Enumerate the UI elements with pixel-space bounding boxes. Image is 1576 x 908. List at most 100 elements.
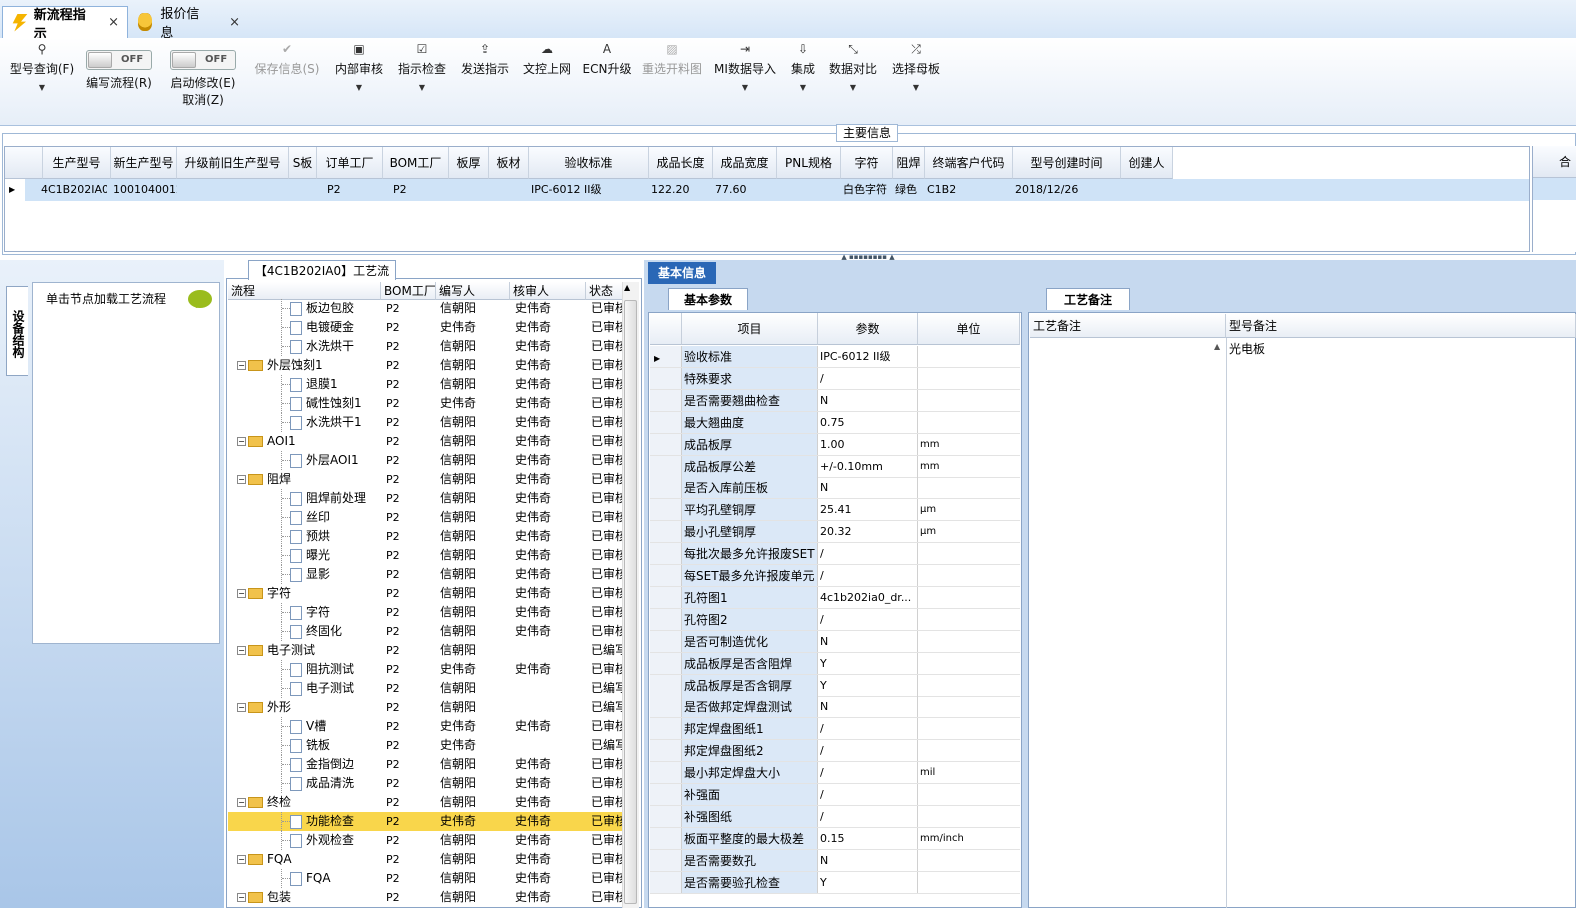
params-header-value[interactable]: 参数 — [818, 313, 918, 345]
tree-cell-bom[interactable]: P2 — [386, 527, 436, 546]
table-cell[interactable]: 10010400126012 — [113, 179, 177, 201]
column-header[interactable]: 创建人 — [1121, 147, 1173, 179]
tree-cell-reviewer[interactable]: 史伟奇 — [515, 831, 589, 850]
send-indication-button[interactable]: ⇪ 发送指示 — [458, 42, 512, 77]
tree-cell-reviewer[interactable]: 史伟奇 — [515, 356, 589, 375]
tree-cell-writer[interactable]: 信朝阳 — [440, 565, 512, 584]
param-value[interactable]: N — [818, 630, 918, 652]
params-header-unit[interactable]: 单位 — [918, 313, 1020, 345]
collapse-icon[interactable]: − — [237, 361, 246, 370]
tree-cell-writer[interactable]: 史伟奇 — [440, 318, 512, 337]
tree-node[interactable]: 预烘 — [228, 527, 381, 546]
tree-node[interactable]: 水洗烘干 — [228, 337, 381, 356]
tree-node[interactable]: FQA — [228, 869, 381, 888]
speech-bubble-icon[interactable] — [188, 290, 212, 308]
tree-cell-reviewer[interactable]: 史伟奇 — [515, 869, 589, 888]
tree-node[interactable]: 电子测试 — [228, 679, 381, 698]
tree-cell-bom[interactable]: P2 — [386, 584, 436, 603]
tree-cell-reviewer[interactable]: 史伟奇 — [515, 888, 589, 907]
table-cell[interactable]: P2 — [319, 179, 383, 201]
tree-node[interactable]: 终固化 — [228, 622, 381, 641]
tree-cell-writer[interactable]: 信朝阳 — [440, 470, 512, 489]
reselect-cutting-button[interactable]: ▨ 重选开料图 — [640, 42, 704, 77]
tree-cell-status[interactable]: 已审核 — [591, 356, 625, 375]
tree-row[interactable]: V槽 P2 史伟奇 史伟奇 已审核 — [228, 717, 625, 736]
collapse-icon[interactable]: − — [237, 475, 246, 484]
tree-header-flow[interactable]: 流程 — [228, 282, 381, 300]
tree-cell-bom[interactable]: P2 — [386, 888, 436, 907]
tree-node[interactable]: 成品清洗 — [228, 774, 381, 793]
column-header[interactable]: 终端客户代码 — [925, 147, 1013, 179]
tree-cell-writer[interactable]: 信朝阳 — [440, 622, 512, 641]
select-mother-board-button[interactable]: ⤮ 选择母板 ▼ — [888, 42, 944, 92]
tree-cell-status[interactable]: 已编写 — [591, 698, 625, 717]
tree-cell-reviewer[interactable]: 史伟奇 — [515, 508, 589, 527]
tree-cell-status[interactable]: 已审核 — [591, 527, 625, 546]
tree-cell-reviewer[interactable]: 史伟奇 — [515, 660, 589, 679]
column-header[interactable]: 板厚 — [449, 147, 489, 179]
tree-cell-status[interactable]: 已审核 — [591, 565, 625, 584]
table-cell[interactable] — [291, 179, 317, 201]
tree-node[interactable]: − AOI1 — [228, 432, 381, 451]
tree-cell-bom[interactable]: P2 — [386, 774, 436, 793]
tree-cell-bom[interactable]: P2 — [386, 299, 436, 318]
tree-cell-writer[interactable]: 信朝阳 — [440, 489, 512, 508]
tree-cell-bom[interactable]: P2 — [386, 679, 436, 698]
param-row[interactable]: 最小邦定焊盘大小 / mil — [650, 762, 1020, 785]
tree-node[interactable]: − 电子测试 — [228, 641, 381, 660]
param-row[interactable]: 平均孔壁铜厚 25.41 μm — [650, 499, 1020, 522]
tree-node[interactable]: 外观检查 — [228, 831, 381, 850]
table-cell[interactable]: IPC-6012 II级 — [531, 179, 649, 201]
dropdown-arrow-icon[interactable]: ▼ — [394, 83, 450, 92]
tree-cell-writer[interactable]: 信朝阳 — [440, 527, 512, 546]
tree-cell-reviewer[interactable]: 史伟奇 — [515, 565, 589, 584]
tree-cell-status[interactable]: 已审核 — [591, 660, 625, 679]
tree-cell-writer[interactable]: 信朝阳 — [440, 451, 512, 470]
tab-process-notes[interactable]: 工艺备注 — [1046, 288, 1130, 310]
column-header[interactable]: 板材 — [489, 147, 529, 179]
param-value[interactable]: / — [818, 784, 918, 805]
table-cell[interactable]: 122.20 — [651, 179, 713, 201]
tree-row[interactable]: 外层AOI1 P2 信朝阳 史伟奇 已审核 — [228, 451, 625, 470]
tree-row[interactable]: − AOI1 P2 信朝阳 史伟奇 已审核 — [228, 432, 625, 451]
notes-header-model[interactable]: 型号备注 — [1226, 314, 1576, 338]
collapse-icon[interactable]: − — [237, 855, 246, 864]
param-value[interactable]: N — [818, 696, 918, 718]
tree-cell-writer[interactable]: 史伟奇 — [440, 394, 512, 413]
tree-node[interactable]: V槽 — [228, 717, 381, 736]
tree-node[interactable]: − 阻焊 — [228, 470, 381, 489]
tree-cell-bom[interactable]: P2 — [386, 698, 436, 717]
tree-row[interactable]: 水洗烘干 P2 信朝阳 史伟奇 已审核 — [228, 337, 625, 356]
tree-cell-writer[interactable]: 信朝阳 — [440, 755, 512, 774]
table-cell[interactable] — [779, 179, 841, 201]
toggle-switch[interactable]: OFF — [170, 50, 236, 70]
tree-cell-status[interactable]: 已审核 — [591, 470, 625, 489]
table-cell[interactable]: 4C1B202IA0 — [41, 179, 107, 201]
param-unit[interactable]: μm — [918, 521, 1020, 543]
tree-cell-bom[interactable]: P2 — [386, 318, 436, 337]
tree-node[interactable]: 显影 — [228, 565, 381, 584]
tree-row[interactable]: − 字符 P2 信朝阳 史伟奇 已审核 — [228, 584, 625, 603]
tree-cell-bom[interactable]: P2 — [386, 850, 436, 869]
param-row[interactable]: 每SET最多允许报废单元 / — [650, 565, 1020, 587]
tree-cell-status[interactable]: 已审核 — [591, 603, 625, 622]
tree-cell-writer[interactable]: 史伟奇 — [440, 717, 512, 736]
tree-node[interactable]: − FQA — [228, 850, 381, 869]
tree-row[interactable]: 显影 P2 信朝阳 史伟奇 已审核 — [228, 565, 625, 584]
tree-node[interactable]: 曝光 — [228, 546, 381, 565]
tree-cell-writer[interactable]: 信朝阳 — [440, 546, 512, 565]
tab-device-structure[interactable]: 设备结构 — [6, 286, 28, 376]
table-cell[interactable] — [179, 179, 289, 201]
param-value[interactable]: N — [818, 389, 918, 411]
param-value[interactable]: / — [818, 740, 918, 762]
tree-cell-bom[interactable]: P2 — [386, 812, 436, 831]
param-value[interactable]: 0.15 — [818, 827, 918, 849]
tree-node[interactable]: 丝印 — [228, 508, 381, 527]
tree-cell-reviewer[interactable]: 史伟奇 — [515, 413, 589, 432]
tree-cell-status[interactable]: 已审核 — [591, 831, 625, 850]
tree-node[interactable]: − 外形 — [228, 698, 381, 717]
tree-node[interactable]: − 外层蚀刻1 — [228, 356, 381, 375]
dropdown-arrow-icon[interactable]: ▼ — [826, 83, 880, 92]
table-cell[interactable]: 白色字符 — [843, 179, 893, 201]
tree-cell-reviewer[interactable]: 史伟奇 — [515, 375, 589, 394]
